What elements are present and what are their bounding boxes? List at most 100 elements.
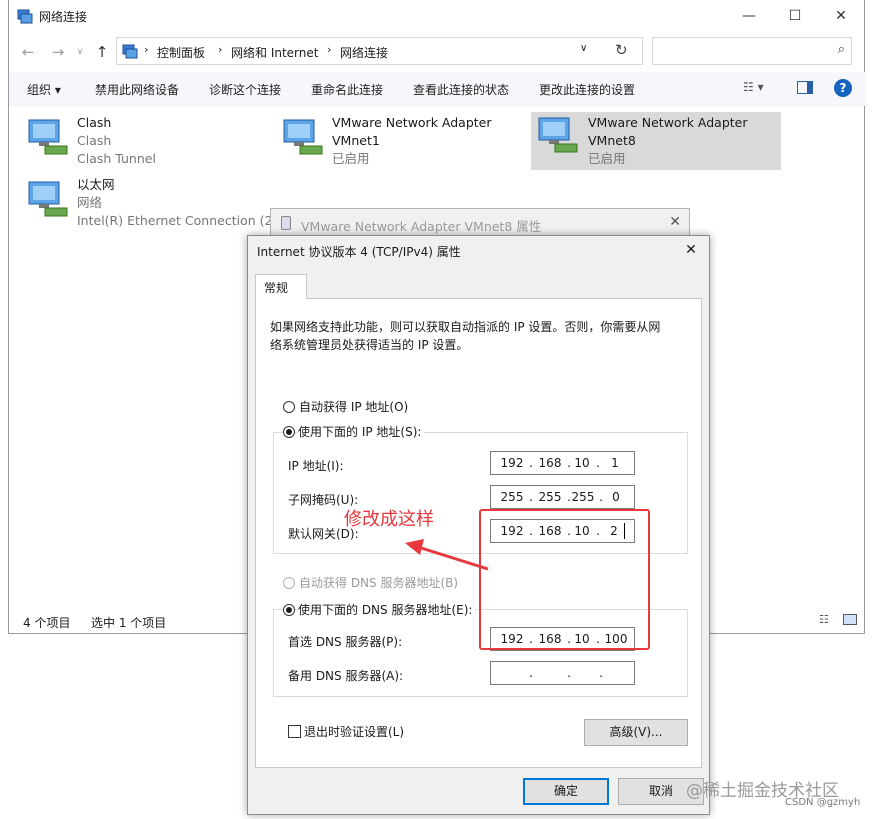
octet: 10 [574,456,590,470]
address-row: ← → ∨ ↑ › 控制面板 › 网络和 Internet › 网络连接 ∨ ↻… [9,34,866,68]
ip-address-field[interactable]: 192. 168. 10. 1 [490,451,635,475]
ok-button[interactable]: 确定 [523,778,609,805]
control-panel-icon [122,43,138,59]
view-options-icon[interactable]: ☷ ▾ [743,80,764,94]
annotation-arrow [405,539,489,571]
adapter-clash[interactable]: Clash Clash Clash Tunnel [27,114,247,172]
description-line-2: 络系统管理员处获得适当的 IP 设置。 [270,338,469,352]
adapter-status: 已启用 [332,151,370,166]
chevron-down-icon[interactable]: ∨ [580,43,587,54]
adapter-network: VMnet8 [588,133,636,148]
adapter-status: 已启用 [588,151,626,166]
octet: 192 [500,456,524,470]
adapter-vmnet8[interactable]: VMware Network Adapter VMnet8 已启用 [531,112,781,170]
auto-dns-label: 自动获得 DNS 服务器地址(B) [299,576,459,590]
network-adapter-icon [27,116,71,160]
annotation-text: 修改成这样 [344,509,434,530]
network-folder-icon [17,8,33,24]
forward-arrow-icon[interactable]: → [47,41,69,63]
network-adapter-icon [282,116,326,160]
octet: 168 [538,456,562,470]
search-icon[interactable]: ⌕ [838,42,845,57]
title-bar: 网络连接 — ☐ ✕ [9,0,866,32]
validate-checkbox[interactable] [288,725,301,738]
adapter-name: VMware Network Adapter [588,115,748,130]
adapter-device: Intel(R) Ethernet Connection (2... [77,213,285,228]
organize-menu[interactable]: 组织 ▾ [27,81,61,98]
manual-dns-radio[interactable] [283,604,295,616]
octet: 255 [500,490,524,504]
adapter-ethernet[interactable]: 以太网 网络 Intel(R) Ethernet Connection (2..… [27,176,284,234]
dot: . [529,490,533,504]
dot: . [529,666,533,680]
details-view-icon[interactable]: ☷ [819,613,829,626]
adapter-properties-window: VMware Network Adapter VMnet8 属性 ✕ [270,208,690,238]
dot: . [529,456,533,470]
breadcrumb-control-panel[interactable]: 控制面板 [157,44,205,61]
adapter-name: VMware Network Adapter [332,115,492,130]
window-title: 网络连接 [39,10,88,24]
view-status-button[interactable]: 查看此连接的状态 [413,81,509,98]
alternate-dns-label: 备用 DNS 服务器(A): [288,669,404,683]
command-bar: 组织 ▾ 禁用此网络设备 诊断这个连接 重命名此连接 查看此连接的状态 更改此连… [9,72,866,106]
chevron-right-icon: › [327,43,332,56]
breadcrumb-network-internet[interactable]: 网络和 Internet [231,44,318,61]
dot: . [599,666,603,680]
watermark-small: CSDN @gzmyh [785,797,861,808]
close-button[interactable]: ✕ [818,0,864,32]
chevron-right-icon: › [144,43,149,56]
auto-dns-radio[interactable] [283,577,295,589]
rename-button[interactable]: 重命名此连接 [311,81,383,98]
maximize-button[interactable]: ☐ [772,0,818,32]
dialog-title: Internet 协议版本 4 (TCP/IPv4) 属性 [257,245,461,259]
octet: 255 [538,490,562,504]
tab-general[interactable]: 常规 [255,274,307,299]
advanced-button[interactable]: 高级(V)... [584,719,688,746]
dot: . [596,456,600,470]
dot: . [567,666,571,680]
auto-ip-label: 自动获得 IP 地址(O) [299,400,409,414]
manual-ip-radio[interactable] [283,426,295,438]
chevron-right-icon: › [218,43,223,56]
large-icons-view-icon[interactable] [843,614,857,625]
preferred-dns-label: 首选 DNS 服务器(P): [288,635,403,649]
tab-general-label: 常规 [264,281,289,295]
disable-device-button[interactable]: 禁用此网络设备 [95,81,179,98]
change-settings-button[interactable]: 更改此连接的设置 [539,81,635,98]
item-count: 4 个项目 [23,616,71,630]
address-bar[interactable]: › 控制面板 › 网络和 Internet › 网络连接 ∨ ↻ [116,37,643,65]
close-icon[interactable]: ✕ [679,239,703,261]
octet: 255 [571,490,595,504]
network-adapter-icon [27,178,71,222]
adapter-name: Clash [77,115,112,130]
close-icon[interactable]: ✕ [669,214,681,230]
adapter-name: 以太网 [77,177,115,192]
manual-ip-label: 使用下面的 IP 地址(S): [298,423,425,440]
recent-dropdown-icon[interactable]: ∨ [69,41,91,63]
network-adapter-icon [537,114,581,158]
octet: 1 [611,456,619,470]
breadcrumb-network-connections[interactable]: 网络连接 [340,44,388,61]
minimize-button[interactable]: — [726,0,772,32]
preview-pane-icon[interactable] [797,81,813,94]
properties-window-title: VMware Network Adapter VMnet8 属性 [301,219,542,234]
network-adapter-icon [281,216,291,230]
adapter-device: Clash Tunnel [77,151,156,166]
help-icon[interactable]: ? [834,79,852,97]
adapter-network: VMnet1 [332,133,380,148]
description-line-1: 如果网络支持此功能，则可以获取自动指派的 IP 设置。否则，你需要从网 [270,320,661,334]
validate-label: 退出时验证设置(L) [304,725,405,739]
dot: . [599,490,603,504]
diagnose-button[interactable]: 诊断这个连接 [209,81,281,98]
alternate-dns-field[interactable]: . . . [490,661,635,685]
adapter-vmnet1[interactable]: VMware Network Adapter VMnet1 已启用 [282,114,522,172]
adapter-network: 网络 [77,195,103,210]
subnet-mask-field[interactable]: 255. 255. 255. 0 [490,485,635,509]
back-arrow-icon[interactable]: ← [17,41,39,63]
octet: 0 [612,490,620,504]
selected-count: 选中 1 个项目 [91,616,167,630]
search-input[interactable]: ⌕ [652,37,852,65]
refresh-icon[interactable]: ↻ [615,41,628,59]
up-arrow-icon[interactable]: ↑ [91,41,113,63]
auto-ip-radio[interactable] [283,401,295,413]
